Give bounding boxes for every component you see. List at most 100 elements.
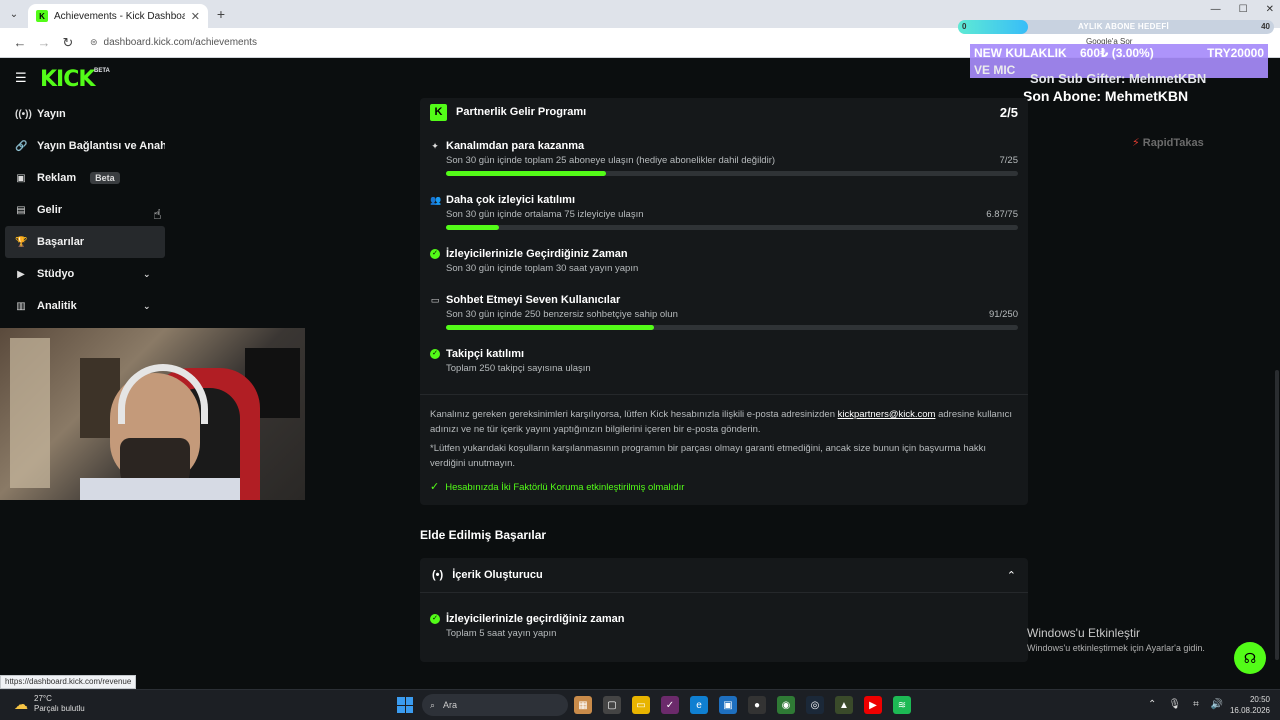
microphone-icon[interactable]: 🎙	[1168, 699, 1181, 710]
sidebar-item-analitik[interactable]: ▥ Analitik ⌄	[5, 290, 165, 322]
link-icon: 🔗	[15, 140, 28, 152]
kick-beta-label: BETA	[94, 68, 110, 74]
mouse-cursor-icon: ☝	[153, 206, 162, 222]
check-circle-icon: ✓	[430, 349, 440, 359]
requirement-item: ✦ Kanalımdan para kazanma Son 30 gün içi…	[430, 140, 1018, 194]
task-view-icon[interactable]: ▢	[603, 696, 621, 714]
help-chat-button[interactable]: ☊	[1234, 642, 1266, 674]
obs-icon[interactable]: ●	[748, 696, 766, 714]
requirement-desc: Son 30 gün içinde 250 benzersiz sohbetçi…	[446, 309, 678, 320]
partner-note-1: Kanalınız gereken gereksinimleri karşılı…	[430, 407, 1018, 437]
requirement-value: 91/250	[988, 309, 1018, 320]
nvidia-icon[interactable]: ▲	[835, 696, 853, 714]
chevron-down-icon[interactable]: ⌄	[143, 269, 157, 280]
sponsor-name: RapidTakas	[1142, 137, 1204, 149]
widgets-icon[interactable]: ▦	[574, 696, 592, 714]
sidebar-item-label: Reklam	[37, 172, 77, 184]
donation-goal-line2: VE MIC	[974, 63, 1016, 77]
sidebar-item-basarilar[interactable]: 🏆 Başarılar	[5, 226, 165, 258]
tab-close-icon[interactable]: ✕	[191, 10, 200, 23]
requirement-item: ✓ Takipçi katılımı Toplam 250 takipçi sa…	[430, 348, 1018, 390]
requirement-progress-bar	[446, 225, 1018, 230]
tray-expand-icon[interactable]: ⌃	[1148, 699, 1156, 710]
tab-title: Achievements - Kick Dashboard	[54, 10, 185, 22]
tab-search-icon[interactable]: ⌄	[0, 0, 28, 28]
analytics-icon: ▥	[16, 300, 26, 312]
sidebar-item-reklam[interactable]: ▣ Reklam Beta	[5, 162, 165, 194]
broadcast-icon: (•)	[432, 569, 444, 581]
minimize-icon[interactable]: —	[1211, 4, 1221, 15]
sparkle-icon: ✦	[431, 140, 439, 151]
windows-start-icon[interactable]	[397, 697, 413, 713]
back-arrow-icon[interactable]: ←	[8, 35, 32, 50]
weather-widget[interactable]: ☁ 27°C Parçalı bulutlu	[14, 694, 85, 714]
earned-item-desc: Toplam 5 saat yayın yapın	[446, 628, 557, 639]
sidebar-item-label: Stüdyo	[37, 268, 75, 280]
sponsor-bolt-icon: ⚡	[1132, 137, 1140, 149]
video-editor-icon[interactable]: ✓	[661, 696, 679, 714]
partner-program-header: K Partnerlik Gelir Programı 2/5	[420, 98, 1028, 126]
requirement-title: Kanalımdan para kazanma	[446, 140, 585, 152]
requirement-value: 6.87/75	[986, 209, 1018, 220]
sidebar-item-label: Yayın	[37, 108, 66, 120]
sidebar-item-gelir[interactable]: ▤ Gelir	[5, 194, 165, 226]
close-window-icon[interactable]: ✕	[1266, 4, 1274, 15]
requirement-desc: Toplam 250 takipçi sayısına ulaşın	[446, 363, 591, 374]
sub-goal-label: AYLIK ABONE HEDEFİ	[1078, 22, 1170, 31]
network-icon[interactable]: ⌗	[1193, 699, 1199, 710]
studio-icon: ▶	[17, 268, 25, 280]
requirement-title: İzleyicilerinizle Geçirdiğiniz Zaman	[446, 248, 628, 260]
chevron-down-icon[interactable]: ⌄	[143, 301, 157, 312]
earned-achievements-panel: (•) İçerik Oluşturucu ⌃ ✓ İzleyicilerini…	[420, 558, 1028, 662]
store-icon[interactable]: ▣	[719, 696, 737, 714]
partner-email-link[interactable]: kickpartners@kick.com	[838, 409, 936, 420]
requirement-title: Takipçi katılımı	[446, 348, 525, 360]
webcam-door	[10, 338, 50, 488]
kick-favicon-icon: K	[36, 10, 48, 22]
taskbar-search[interactable]: ⌕ Ara	[422, 694, 568, 716]
weather-temp: 27°C	[34, 694, 52, 703]
partner-progress-count: 2/5	[999, 104, 1018, 120]
chat-icon: ▭	[430, 294, 440, 305]
dashboard-sidebar: ((•)) Yayın 🔗 Yayın Bağlantısı ve Anahta…	[5, 98, 165, 322]
chevron-up-icon[interactable]: ⌃	[1007, 569, 1016, 582]
maximize-icon[interactable]: ☐	[1239, 4, 1248, 15]
trophy-icon: 🏆	[15, 236, 28, 248]
windows-taskbar: ☁ 27°C Parçalı bulutlu ⌕ Ara ▦ ▢ ▭ ✓ e ▣…	[0, 689, 1280, 720]
webcam-person-shirt	[80, 478, 240, 500]
sidebar-item-studyo[interactable]: ▶ Stüdyo ⌄	[5, 258, 165, 290]
requirement-value: 7/25	[999, 155, 1019, 166]
content-creator-accordion[interactable]: (•) İçerik Oluşturucu ⌃	[420, 558, 1028, 592]
requirement-progress-fill	[446, 325, 655, 330]
site-info-icon[interactable]: ⊜	[90, 37, 98, 48]
partner-program-title: Partnerlik Gelir Programı	[456, 106, 587, 118]
volume-icon[interactable]: 🔊	[1211, 699, 1223, 710]
browser-tab-achievements[interactable]: K Achievements - Kick Dashboard ✕	[28, 4, 208, 28]
forward-arrow-icon[interactable]: →	[32, 35, 56, 50]
new-tab-button[interactable]: +	[208, 6, 234, 22]
kick-k-icon: K	[430, 103, 447, 121]
webcam-feed	[0, 328, 305, 500]
url-field[interactable]: ⊜ dashboard.kick.com/achievements	[90, 37, 257, 48]
steam-icon[interactable]: ◎	[806, 696, 824, 714]
page-scrollbar[interactable]	[1275, 370, 1279, 660]
taskbar-clock[interactable]: 20:50 16.08.2026	[1228, 694, 1270, 716]
file-explorer-icon[interactable]: ▭	[632, 696, 650, 714]
youtube-icon[interactable]: ▶	[864, 696, 882, 714]
chrome-icon[interactable]: ◉	[777, 696, 795, 714]
reload-icon[interactable]: ↻	[56, 35, 80, 51]
hamburger-menu-icon[interactable]: ☰	[15, 70, 27, 86]
check-circle-icon: ✓	[430, 249, 440, 259]
partner-notes: Kanalınız gereken gereksinimleri karşılı…	[420, 395, 1028, 505]
sidebar-item-stream-key[interactable]: 🔗 Yayın Bağlantısı ve Anahtarı	[5, 130, 165, 162]
sidebar-item-yayin[interactable]: ((•)) Yayın	[5, 98, 165, 130]
spotify-icon[interactable]: ≋	[893, 696, 911, 714]
edge-icon[interactable]: e	[690, 696, 708, 714]
taskbar-search-placeholder: Ara	[443, 700, 458, 710]
sub-goal-fill	[958, 20, 1028, 34]
donation-goal-percent: 600₺ (3.00%)	[1080, 46, 1154, 60]
ads-icon: ▣	[16, 172, 26, 184]
beta-badge: Beta	[90, 172, 120, 184]
kick-logo[interactable]: KICK	[40, 67, 95, 92]
requirement-list: ✦ Kanalımdan para kazanma Son 30 gün içi…	[420, 126, 1028, 394]
